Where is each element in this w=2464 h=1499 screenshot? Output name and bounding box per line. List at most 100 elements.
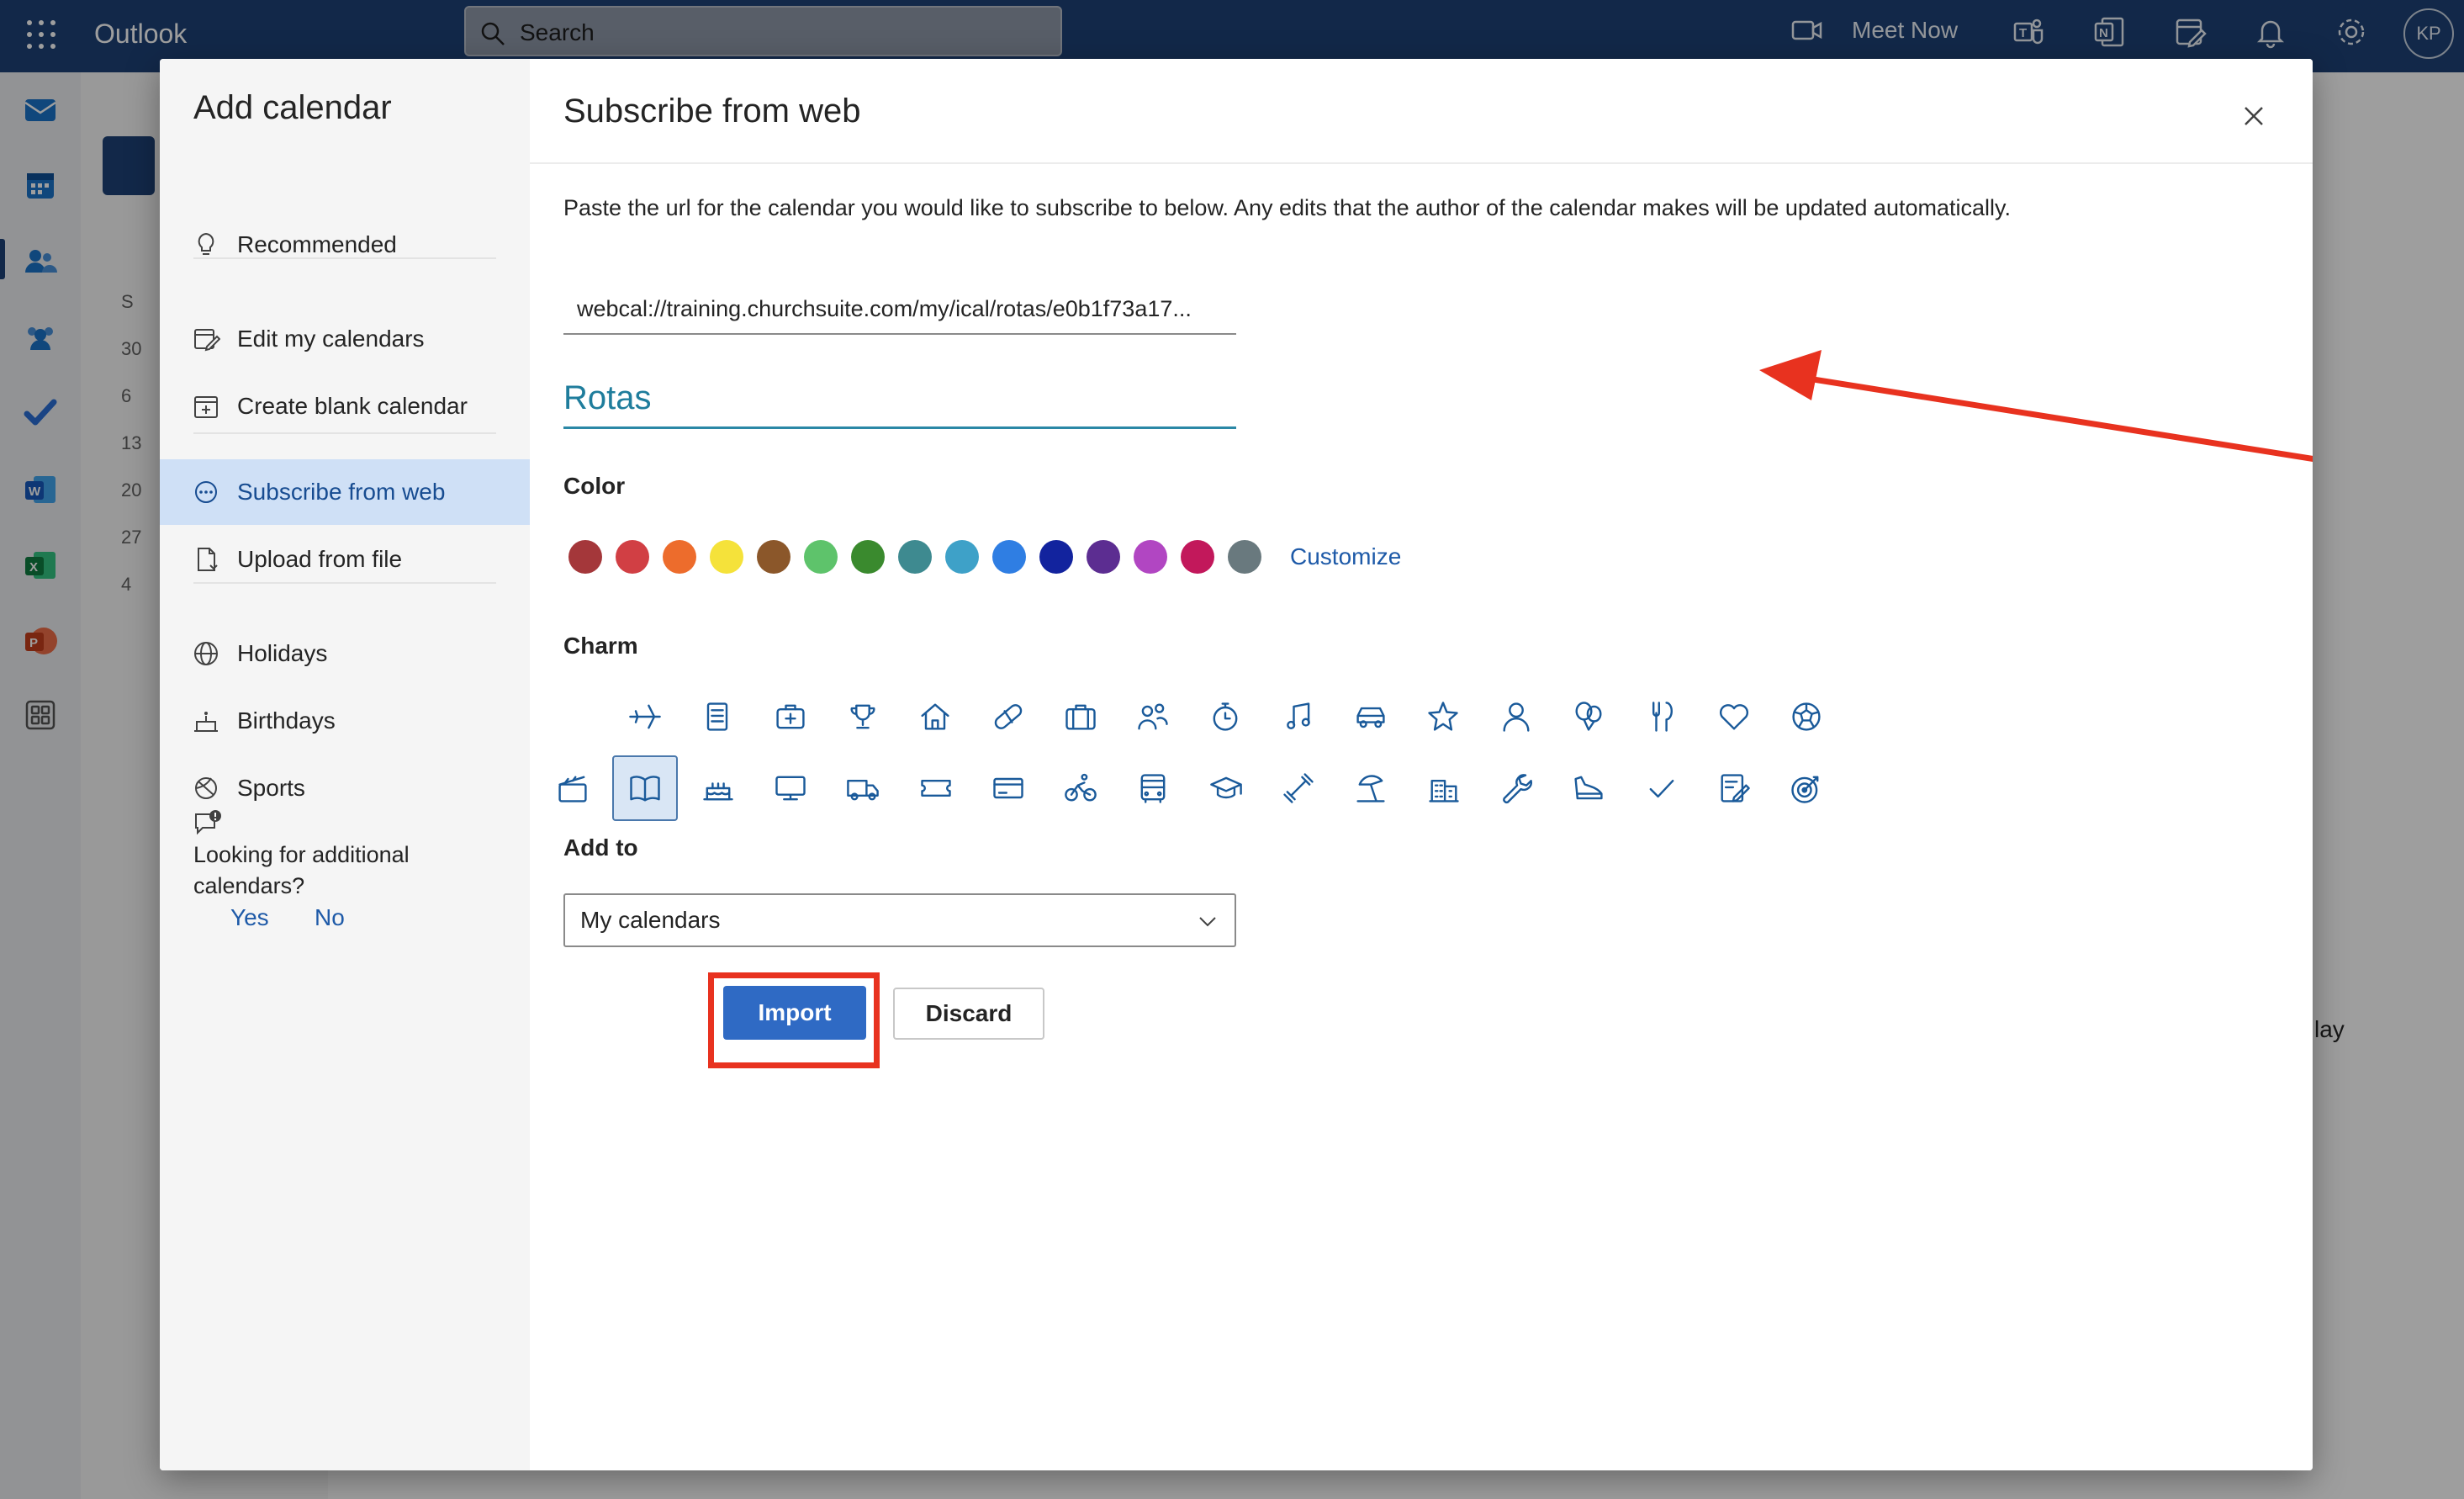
color-swatch[interactable] <box>757 540 790 574</box>
charm-option[interactable] <box>1048 755 1113 821</box>
panel-header: Subscribe from web <box>530 59 2313 164</box>
calendar-name-input[interactable] <box>563 370 1236 429</box>
nav-item-birthdays[interactable]: Birthdays <box>160 688 530 754</box>
charm-option[interactable] <box>758 755 823 821</box>
charm-option[interactable] <box>1774 684 1839 750</box>
charm-option[interactable] <box>685 755 751 821</box>
close-button[interactable] <box>2237 99 2271 133</box>
fork-knife-icon <box>1642 698 1679 735</box>
color-swatch[interactable] <box>898 540 932 574</box>
color-swatch[interactable] <box>663 540 696 574</box>
charm-option[interactable] <box>1193 755 1259 821</box>
color-swatch[interactable] <box>616 540 649 574</box>
add-to-label: Add to <box>563 834 638 861</box>
add-calendar-nav: Add calendar Recommended Edit my calenda… <box>160 59 530 1470</box>
chevron-down-icon <box>1196 910 1219 934</box>
nav-item-subscribe-from-web[interactable]: Subscribe from web <box>160 459 530 525</box>
charm-option[interactable] <box>1410 684 1476 750</box>
color-label: Color <box>563 473 626 499</box>
charm-option[interactable] <box>1266 755 1331 821</box>
nav-divider <box>193 582 496 584</box>
open-book-icon <box>627 770 664 807</box>
nav-item-create-blank-calendar[interactable]: Create blank calendar <box>160 373 530 439</box>
charm-option[interactable] <box>830 755 896 821</box>
cyclist-icon <box>1062 770 1099 807</box>
nav-item-edit-my-calendars[interactable]: Edit my calendars <box>160 306 530 372</box>
calendar-url-input[interactable] <box>563 284 1236 335</box>
color-swatch[interactable] <box>1181 540 1214 574</box>
charm-option[interactable] <box>1120 755 1186 821</box>
add-to-dropdown[interactable]: My calendars <box>563 893 1236 947</box>
monitor-icon <box>772 770 809 807</box>
airplane-icon <box>627 698 664 735</box>
checkmark-icon <box>1643 770 1680 807</box>
color-swatch[interactable] <box>568 540 602 574</box>
ticket-icon <box>917 770 954 807</box>
charm-option[interactable] <box>1048 684 1113 750</box>
nav-item-label: Sports <box>237 775 305 801</box>
people-icon <box>1134 698 1171 735</box>
discard-button[interactable]: Discard <box>893 988 1044 1040</box>
charm-option[interactable] <box>685 684 750 750</box>
charm-option[interactable] <box>1120 684 1186 750</box>
charm-option[interactable] <box>1411 755 1477 821</box>
color-swatch[interactable] <box>1134 540 1167 574</box>
sneaker-icon <box>1570 770 1607 807</box>
person-icon <box>1498 698 1535 735</box>
cake-icon <box>192 707 220 735</box>
bus-icon <box>1134 770 1171 807</box>
nav-item-recommended[interactable]: Recommended <box>160 212 530 278</box>
charm-option[interactable] <box>1338 755 1404 821</box>
charm-option[interactable] <box>976 684 1041 750</box>
charm-option[interactable] <box>903 755 969 821</box>
music-note-icon <box>1280 698 1317 735</box>
globe-icon <box>192 639 220 668</box>
charm-option[interactable] <box>1192 684 1258 750</box>
charm-option[interactable] <box>758 684 823 750</box>
charm-option[interactable] <box>1556 755 1621 821</box>
first-aid-kit-icon <box>772 698 809 735</box>
feedback-yes-link[interactable]: Yes <box>230 904 269 931</box>
target-icon <box>1788 770 1825 807</box>
color-swatch[interactable] <box>945 540 979 574</box>
charm-option[interactable] <box>1701 755 1767 821</box>
color-swatch[interactable] <box>851 540 885 574</box>
charm-option[interactable] <box>540 755 605 821</box>
feedback-icon <box>192 808 225 841</box>
charm-option[interactable] <box>1629 755 1695 821</box>
lightbulb-icon <box>192 230 220 259</box>
nav-item-label: Edit my calendars <box>237 326 425 352</box>
charm-option[interactable] <box>1338 684 1404 750</box>
charm-option[interactable] <box>1701 684 1767 750</box>
color-swatch[interactable] <box>710 540 743 574</box>
color-swatch[interactable] <box>992 540 1026 574</box>
feedback-no-link[interactable]: No <box>315 904 345 931</box>
building-icon <box>1425 770 1462 807</box>
soccer-ball-icon <box>1788 698 1825 735</box>
charm-option[interactable] <box>1266 684 1331 750</box>
color-swatch[interactable] <box>804 540 838 574</box>
import-button[interactable]: Import <box>723 986 866 1040</box>
nav-item-holidays[interactable]: Holidays <box>160 621 530 686</box>
charm-option[interactable] <box>1556 684 1621 750</box>
color-swatch[interactable] <box>1087 540 1120 574</box>
color-swatch[interactable] <box>1228 540 1261 574</box>
panel-title: Subscribe from web <box>563 93 861 130</box>
color-swatch[interactable] <box>1039 540 1073 574</box>
charm-option[interactable] <box>902 684 968 750</box>
car-icon <box>1352 698 1389 735</box>
charm-option[interactable] <box>976 755 1041 821</box>
charm-option[interactable] <box>830 684 896 750</box>
truck-icon <box>844 770 881 807</box>
nav-item-label: Create blank calendar <box>237 393 468 419</box>
charm-option[interactable] <box>1628 684 1694 750</box>
customize-color-link[interactable]: Customize <box>1290 543 1401 570</box>
charm-option[interactable] <box>1483 755 1549 821</box>
charm-option[interactable] <box>612 684 678 750</box>
sports-ball-icon <box>192 774 220 802</box>
nav-item-label: Recommended <box>237 231 397 257</box>
charm-option[interactable] <box>612 755 679 821</box>
file-upload-icon <box>192 545 220 574</box>
charm-option[interactable] <box>1774 755 1839 821</box>
charm-option[interactable] <box>1483 684 1549 750</box>
